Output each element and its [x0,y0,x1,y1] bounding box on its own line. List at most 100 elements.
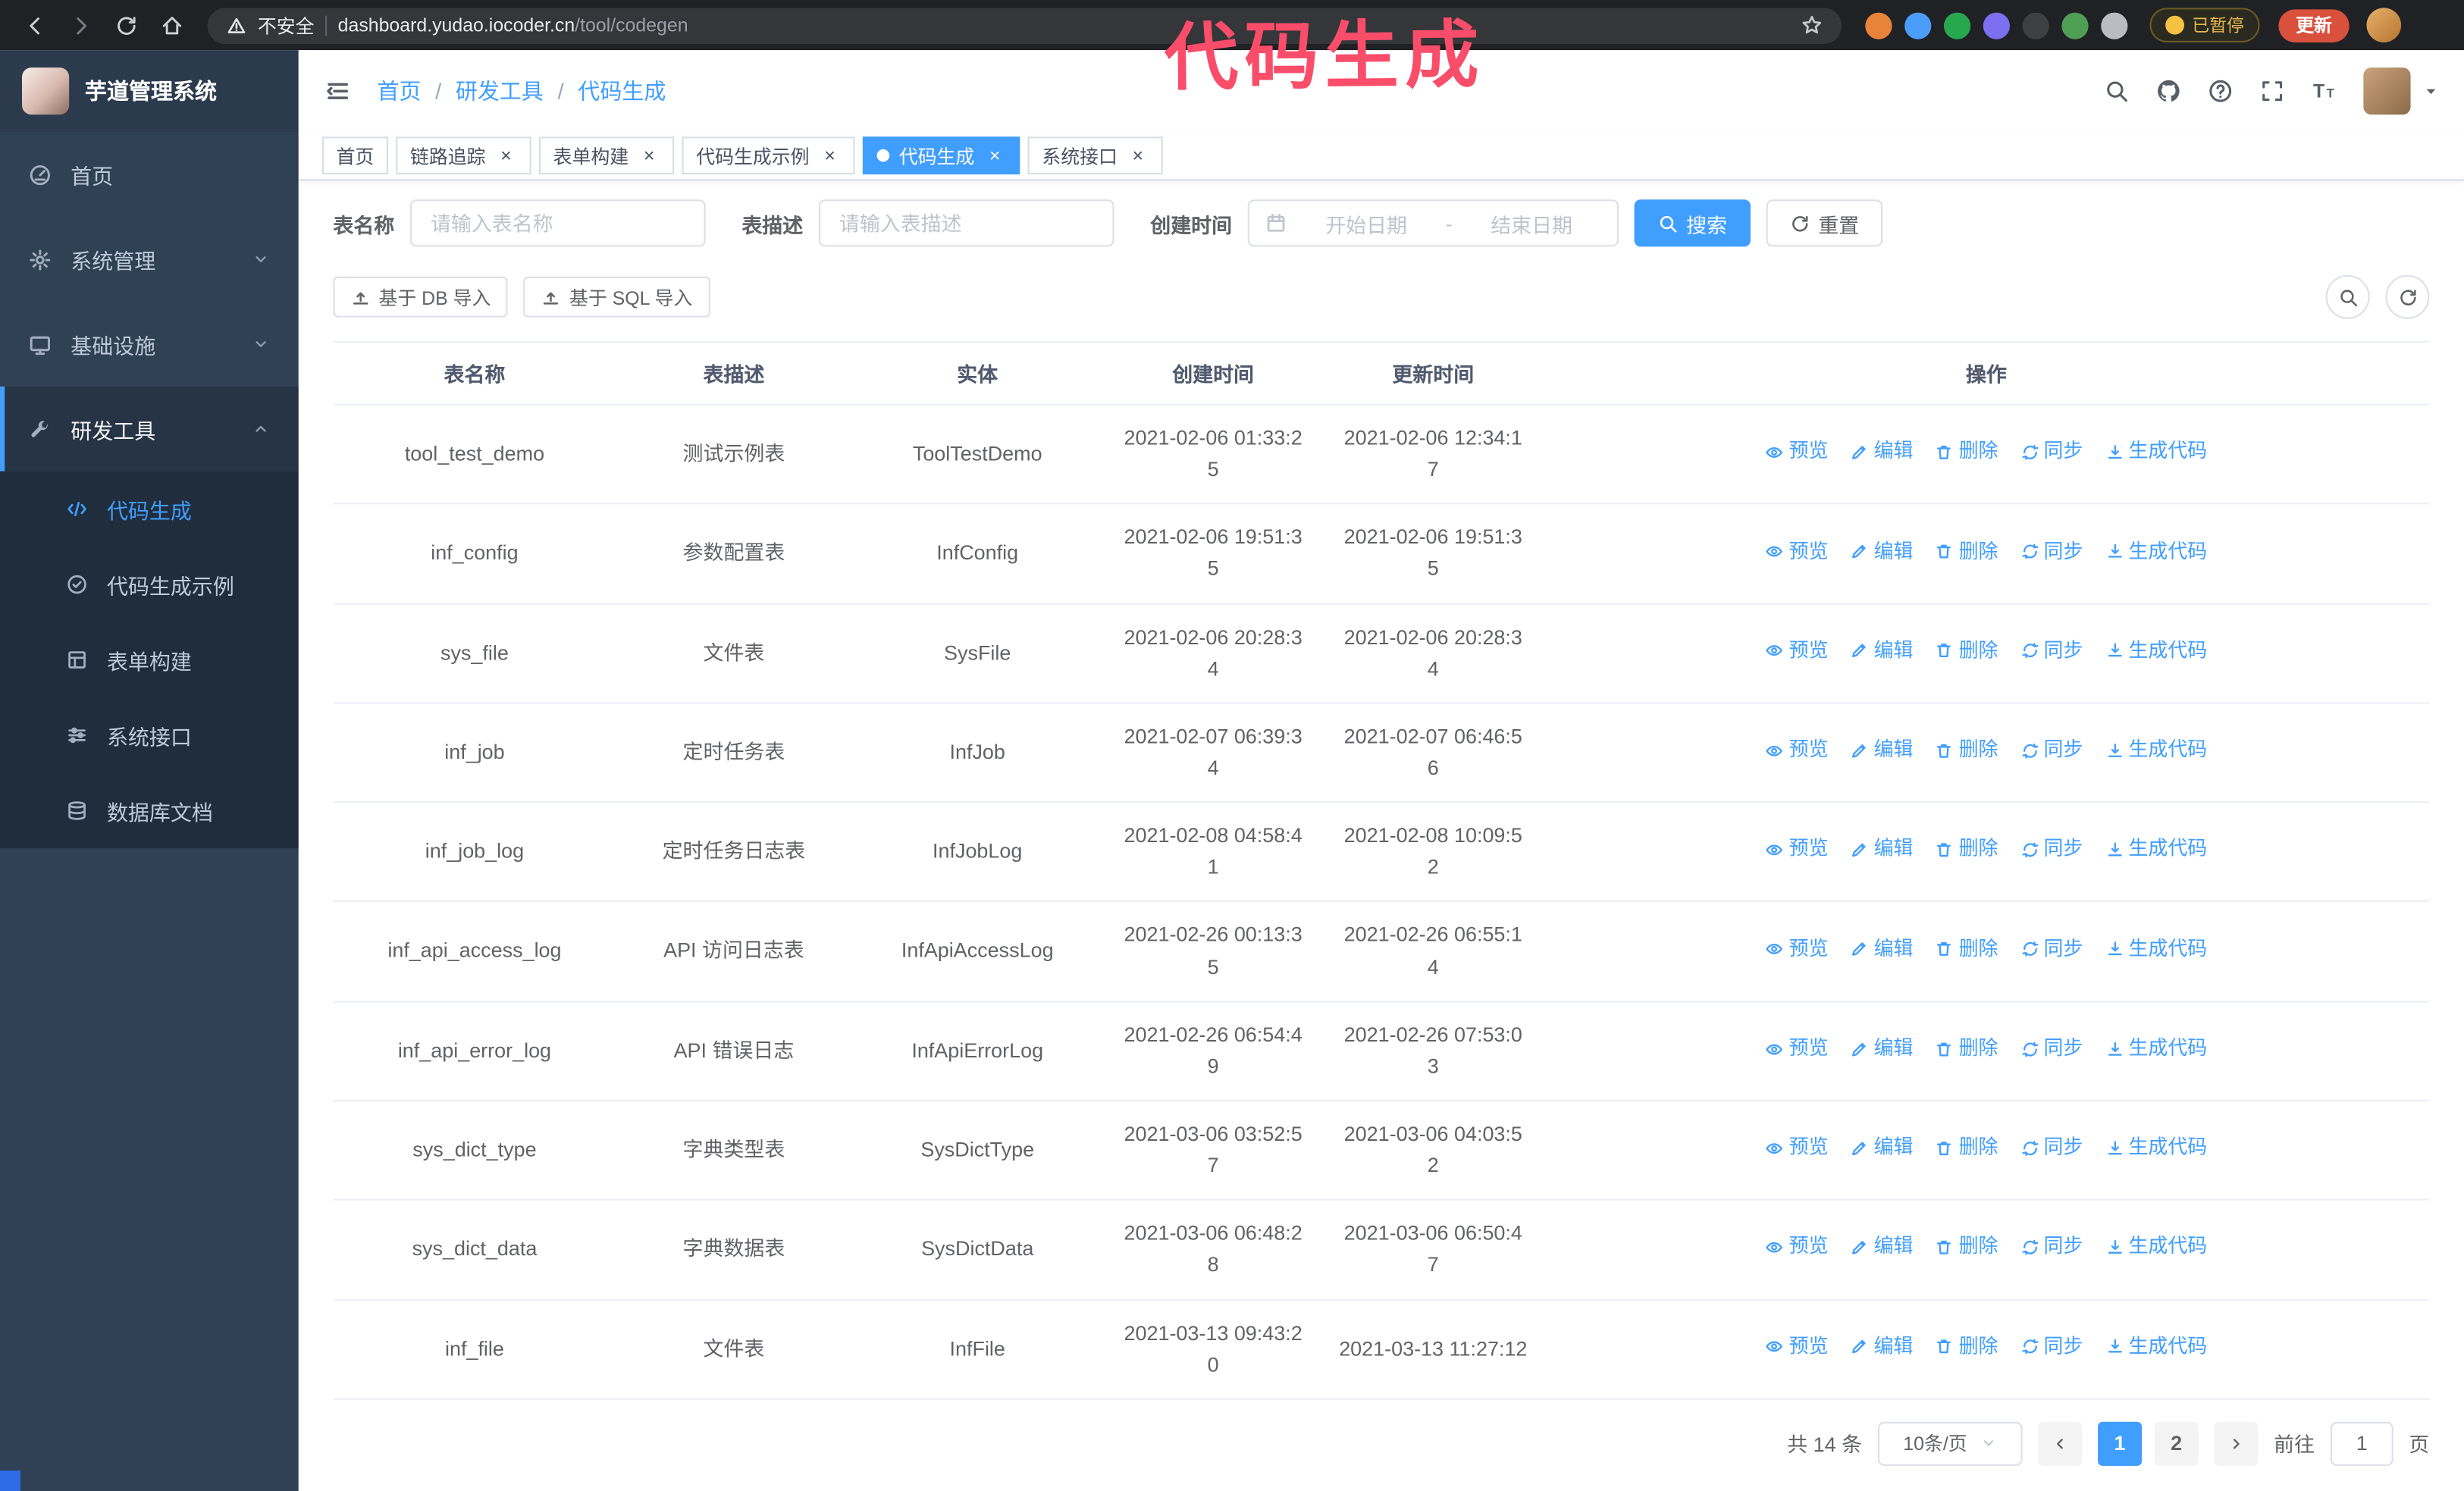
generate-code-link[interactable]: 生成代码 [2105,1034,2207,1064]
extension-people-icon[interactable] [1983,11,2010,39]
tab-form-builder[interactable]: 表单构建 × [539,136,675,175]
sidebar-item-system[interactable]: 系统管理 [0,217,299,302]
generate-code-link[interactable]: 生成代码 [2105,835,2207,865]
delete-link[interactable]: 删除 [1935,1034,1998,1064]
prev-page-button[interactable] [2038,1421,2083,1466]
reset-button[interactable]: 重置 [1766,199,1883,247]
edit-link[interactable]: 编辑 [1851,1332,1913,1362]
delete-link[interactable]: 删除 [1935,835,1998,865]
preview-link[interactable]: 预览 [1766,537,1829,567]
search-button[interactable]: 搜索 [1634,199,1751,247]
generate-code-link[interactable]: 生成代码 [2105,934,2207,964]
goto-page-input[interactable] [2330,1421,2393,1466]
edit-link[interactable]: 编辑 [1851,636,1913,666]
delete-link[interactable]: 删除 [1935,1233,1998,1263]
date-range-picker[interactable]: 开始日期 - 结束日期 [1247,199,1619,247]
tab-close-icon[interactable]: × [1127,145,1149,167]
generate-code-link[interactable]: 生成代码 [2105,537,2207,567]
generate-code-link[interactable]: 生成代码 [2105,636,2207,666]
tab-close-icon[interactable]: × [819,145,841,167]
edit-link[interactable]: 编辑 [1851,735,1913,766]
tab-codegen[interactable]: 代码生成 × [863,136,1020,175]
header-search-icon[interactable] [2104,79,2129,104]
page-button-1[interactable]: 1 [2097,1421,2143,1466]
browser-profile-avatar[interactable] [2366,8,2402,42]
sync-link[interactable]: 同步 [2020,437,2083,468]
page-button-2[interactable]: 2 [2154,1421,2199,1466]
delete-link[interactable]: 删除 [1935,537,1998,567]
preview-link[interactable]: 预览 [1766,934,1829,964]
preview-link[interactable]: 预览 [1766,1332,1829,1362]
extension-blue-icon[interactable] [1904,11,1932,39]
preview-link[interactable]: 预览 [1766,1233,1829,1263]
sidebar-subitem-api[interactable]: 系统接口 [0,697,299,772]
edit-link[interactable]: 编辑 [1851,1034,1913,1064]
generate-code-link[interactable]: 生成代码 [2105,437,2207,468]
preview-link[interactable]: 预览 [1766,1133,1829,1164]
edit-link[interactable]: 编辑 [1851,537,1913,567]
bookmark-star-icon[interactable] [1801,14,1823,36]
font-size-icon[interactable]: TT [2312,79,2337,104]
sidebar-collapse-icon[interactable] [324,77,352,105]
breadcrumb-item-2[interactable]: 代码生成 [578,75,666,106]
browser-update-button[interactable]: 更新 [2278,8,2350,42]
paused-badge[interactable]: 已暂停 [2149,8,2260,42]
address-bar[interactable]: 不安全 dashboard.yudao.iocoder.cn/tool/code… [207,7,1842,43]
sync-link[interactable]: 同步 [2020,1034,2083,1064]
browser-forward-button[interactable] [61,6,99,44]
generate-code-link[interactable]: 生成代码 [2105,1233,2207,1263]
avatar-caret-icon[interactable] [2423,83,2439,99]
next-page-button[interactable] [2214,1421,2259,1466]
browser-back-button[interactable] [16,6,54,44]
generate-code-link[interactable]: 生成代码 [2105,1332,2207,1362]
edit-link[interactable]: 编辑 [1851,835,1913,865]
extension-puzzle-icon[interactable] [2101,11,2128,39]
browser-home-button[interactable] [152,6,190,44]
tab-api[interactable]: 系统接口 × [1027,136,1163,175]
sidebar-subitem-db-doc[interactable]: 数据库文档 [0,773,299,848]
sidebar-subitem-codegen-example[interactable]: 代码生成示例 [0,547,299,622]
browser-refresh-button[interactable] [107,6,145,44]
user-avatar[interactable] [2363,67,2411,115]
sidebar-item-infrastructure[interactable]: 基础设施 [0,302,299,387]
preview-link[interactable]: 预览 [1766,636,1829,666]
preview-link[interactable]: 预览 [1766,1034,1829,1064]
sync-link[interactable]: 同步 [2020,1133,2083,1164]
delete-link[interactable]: 删除 [1935,636,1998,666]
table-desc-input[interactable] [818,199,1114,247]
help-icon[interactable] [2208,79,2233,104]
import-db-button[interactable]: 基于 DB 导入 [333,276,509,318]
delete-link[interactable]: 删除 [1935,934,1998,964]
delete-link[interactable]: 删除 [1935,735,1998,766]
tab-codegen-example[interactable]: 代码生成示例 × [682,136,855,175]
page-size-select[interactable]: 10条/页 [1877,1421,2023,1466]
sync-link[interactable]: 同步 [2020,934,2083,964]
sync-link[interactable]: 同步 [2020,537,2083,567]
preview-link[interactable]: 预览 [1766,835,1829,865]
edit-link[interactable]: 编辑 [1851,1233,1913,1263]
generate-code-link[interactable]: 生成代码 [2105,1133,2207,1164]
sidebar-subitem-codegen[interactable]: 代码生成 [0,471,299,547]
edit-link[interactable]: 编辑 [1851,437,1913,468]
extension-leaf-icon[interactable] [2061,11,2089,39]
extension-dark-icon[interactable] [2022,11,2049,39]
github-icon[interactable] [2156,79,2181,104]
logo[interactable]: 芋道管理系统 [0,50,299,133]
tab-close-icon[interactable]: × [638,145,660,167]
sync-link[interactable]: 同步 [2020,1233,2083,1263]
import-sql-button[interactable]: 基于 SQL 导入 [523,276,710,318]
tab-tracing[interactable]: 链路追踪 × [396,136,531,175]
edit-link[interactable]: 编辑 [1851,934,1913,964]
tab-close-icon[interactable]: × [984,145,1006,167]
edit-link[interactable]: 编辑 [1851,1133,1913,1164]
delete-link[interactable]: 删除 [1935,437,1998,468]
sync-link[interactable]: 同步 [2020,636,2083,666]
delete-link[interactable]: 删除 [1935,1332,1998,1362]
preview-link[interactable]: 预览 [1766,437,1829,468]
tab-close-icon[interactable]: × [495,145,517,167]
refresh-table-button[interactable] [2385,274,2430,319]
fullscreen-icon[interactable] [2260,79,2285,104]
sidebar-item-devtools[interactable]: 研发工具 [0,386,299,471]
extension-fox-icon[interactable] [1865,11,1892,39]
breadcrumb-item-0[interactable]: 首页 [377,75,421,106]
